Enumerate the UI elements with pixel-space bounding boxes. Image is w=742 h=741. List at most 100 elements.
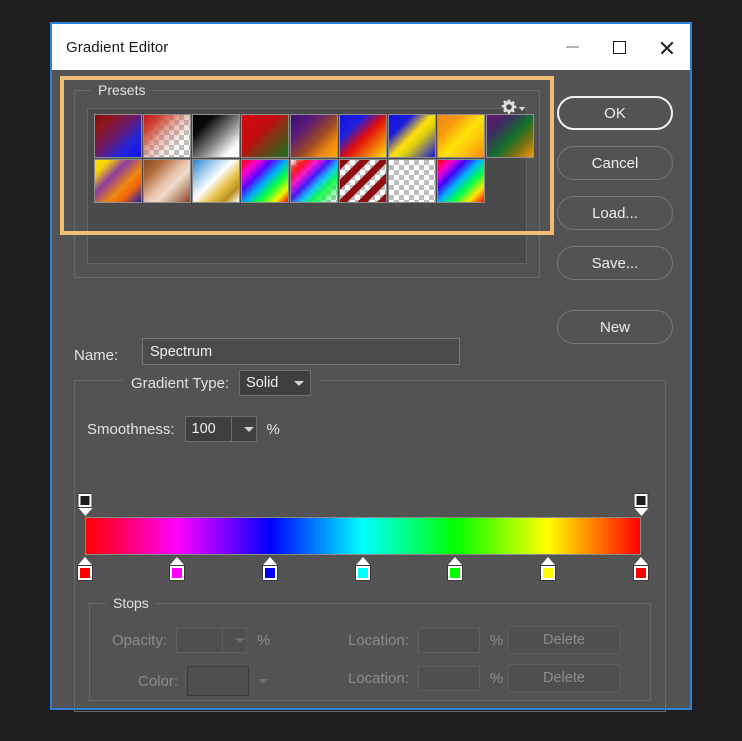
presets-well[interactable]	[87, 108, 534, 264]
color-stop-4[interactable]	[355, 557, 371, 581]
preset-swatch-overlay	[144, 115, 190, 157]
chevron-down-icon	[258, 678, 269, 684]
color-stop-3[interactable]	[262, 557, 279, 581]
preset-swatch-violet-orange[interactable]	[290, 114, 338, 158]
opacity-unit: %	[257, 632, 271, 649]
opacity-row: Opacity: %	[112, 628, 270, 653]
save-button[interactable]: Save...	[557, 246, 673, 280]
caret-down-icon	[519, 107, 525, 111]
gradient-editor-dialog: Gradient Editor Presets Name: Spectrum O…	[50, 22, 692, 712]
cancel-button[interactable]: Cancel	[557, 146, 673, 180]
opacity-input	[176, 628, 223, 653]
opacity-stop-swatch	[77, 493, 93, 508]
presets-group-title: Presets	[91, 82, 153, 98]
window-controls	[549, 24, 690, 70]
preset-swatch-spectrum-alt[interactable]	[437, 159, 485, 203]
opacity-stop-pointer-icon	[78, 508, 92, 516]
preset-swatch-red-white-stripes[interactable]	[339, 159, 387, 203]
gradient-type-select[interactable]: Solid	[239, 370, 312, 396]
color-stop-swatch	[262, 565, 279, 581]
dialog-button-column: OK Cancel Load... Save... New	[557, 96, 675, 360]
smoothness-unit: %	[266, 420, 280, 438]
gradient-settings-group: Gradient Type: Solid Smoothness: %	[74, 370, 666, 712]
color-location-input	[417, 666, 480, 691]
preset-swatch-blue-yellow-blue[interactable]	[388, 114, 436, 158]
preset-swatch-chrome[interactable]	[192, 159, 240, 203]
minimize-icon	[566, 46, 579, 48]
preset-swatch-violet-green-orange[interactable]	[486, 114, 534, 158]
presets-group: Presets	[74, 82, 540, 278]
preset-swatch-copper[interactable]	[143, 159, 191, 203]
opacity-stop-swatch	[633, 493, 649, 508]
color-stop-1[interactable]	[77, 557, 93, 581]
color-stop-color	[172, 568, 183, 578]
opacity-location-unit: %	[489, 632, 504, 649]
close-icon	[659, 40, 674, 55]
preset-swatch-black-to-white[interactable]	[192, 114, 240, 158]
color-location-label: Location:	[348, 670, 409, 687]
maximize-icon	[613, 40, 626, 54]
save-button-label: Save...	[591, 254, 639, 272]
color-stop-swatch	[77, 565, 93, 581]
delete-color-stop-button: Delete	[508, 664, 620, 692]
preset-swatch-spectrum[interactable]	[241, 159, 289, 203]
color-stop-pointer-icon	[541, 557, 556, 565]
new-button-label: New	[599, 318, 630, 336]
ok-button-label: OK	[604, 104, 626, 122]
preset-grid	[94, 114, 534, 203]
color-stop-pointer-icon	[170, 557, 185, 565]
color-stop-2[interactable]	[169, 557, 186, 581]
color-row: Color:	[138, 666, 269, 696]
load-button[interactable]: Load...	[557, 196, 673, 230]
presets-menu-button[interactable]	[501, 99, 525, 115]
opacity-location-row: Location: %	[348, 628, 503, 653]
gradient-type-row: Gradient Type: Solid	[123, 370, 320, 396]
minimize-button[interactable]	[549, 24, 596, 70]
color-stop-6[interactable]	[540, 557, 557, 581]
opacity-stop-left[interactable]	[77, 493, 93, 516]
smoothness-input[interactable]	[184, 416, 231, 442]
name-input[interactable]	[142, 338, 460, 365]
load-button-label: Load...	[592, 204, 638, 222]
opacity-stop-inner	[636, 496, 646, 505]
preset-swatch-blue-red-yellow[interactable]	[339, 114, 387, 158]
preset-swatch-yellow-violet-orange-blue[interactable]	[94, 159, 142, 203]
color-stop-swatch	[169, 565, 186, 581]
color-swatch	[187, 666, 250, 696]
new-button[interactable]: New	[557, 310, 673, 344]
color-stop-7[interactable]	[633, 557, 649, 581]
gradient-bar[interactable]	[85, 517, 641, 555]
color-stop-swatch	[447, 565, 464, 581]
preset-swatch-foreground-to-transparent[interactable]	[143, 114, 191, 158]
close-button[interactable]	[643, 24, 690, 70]
color-location-unit: %	[489, 670, 504, 687]
ok-button[interactable]: OK	[557, 96, 673, 130]
preset-swatch-transparent-rainbow[interactable]	[290, 159, 338, 203]
gear-icon	[501, 99, 517, 114]
cancel-button-label: Cancel	[591, 154, 639, 172]
opacity-stop-right[interactable]	[633, 493, 649, 516]
maximize-button[interactable]	[596, 24, 643, 70]
color-stop-pointer-icon	[634, 557, 648, 565]
color-stop-pointer-icon	[78, 557, 92, 565]
color-stop-5[interactable]	[447, 557, 464, 581]
color-stop-swatch	[633, 565, 649, 581]
preset-swatch-orange-yellow-orange[interactable]	[437, 114, 485, 158]
window-title: Gradient Editor	[66, 38, 169, 56]
stops-group: Stops Opacity: % Location: % Delete Colo…	[89, 595, 651, 701]
preset-swatch-red-to-blue[interactable]	[94, 114, 142, 158]
color-location-row: Location: %	[348, 666, 503, 691]
gradient-preview-area	[77, 493, 655, 583]
color-stop-pointer-icon	[356, 557, 370, 565]
preset-swatch-transparent-stripes[interactable]	[388, 159, 436, 203]
preset-swatch-red-to-green[interactable]	[241, 114, 289, 158]
gradient-type-value: Solid	[246, 375, 279, 391]
opacity-stop-inner	[80, 496, 90, 505]
color-stop-color	[636, 568, 646, 578]
smoothness-dropdown-button[interactable]	[230, 416, 257, 442]
opacity-dropdown-button	[222, 628, 248, 653]
color-stop-color	[358, 568, 368, 578]
chevron-down-icon	[294, 380, 305, 386]
color-stop-color	[80, 568, 90, 578]
gradient-type-label: Gradient Type:	[131, 374, 230, 392]
